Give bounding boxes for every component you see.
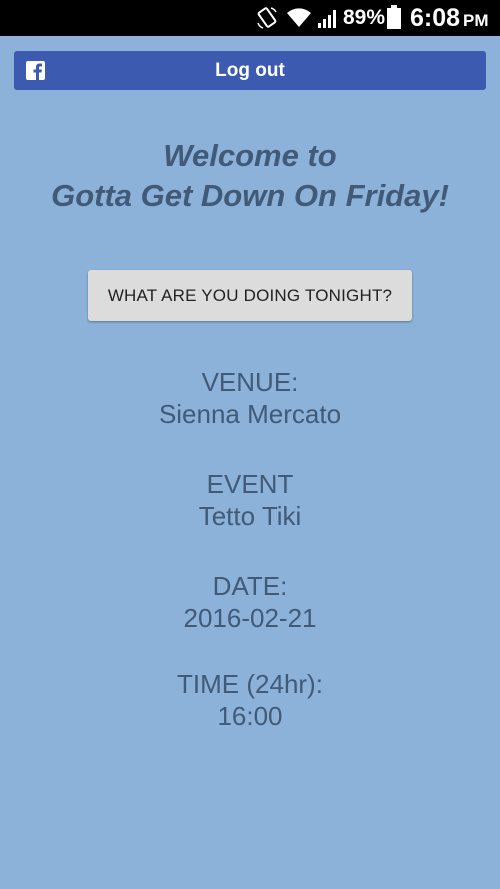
- status-bar: 89% 6:08 PM: [0, 0, 500, 36]
- welcome-line-2: Gotta Get Down On Friday!: [51, 178, 449, 213]
- clock-ampm: PM: [463, 11, 489, 30]
- venue-block: VENUE: Sienna Mercato: [0, 366, 500, 430]
- battery-icon: [387, 5, 401, 29]
- logout-label: Log out: [215, 60, 285, 81]
- date-label: DATE:: [212, 571, 288, 601]
- event-value: Tetto Tiki: [198, 501, 302, 531]
- time-label: TIME (24hr):: [177, 669, 323, 699]
- signal-icon: [318, 10, 336, 28]
- wifi-icon: [287, 8, 311, 27]
- what-are-you-doing-tonight-button[interactable]: WHAT ARE YOU DOING TONIGHT?: [88, 270, 412, 321]
- event-block: EVENT Tetto Tiki: [0, 468, 500, 532]
- time-value: 16:00: [217, 701, 283, 731]
- date-value: 2016-02-21: [183, 603, 317, 633]
- event-label: EVENT: [206, 469, 294, 499]
- screen-rotate-icon: [257, 7, 277, 29]
- venue-value: Sienna Mercato: [158, 399, 342, 429]
- venue-label: VENUE:: [201, 367, 299, 397]
- date-block: DATE: 2016-02-21: [0, 570, 500, 634]
- welcome-line-1: Welcome to: [163, 138, 337, 173]
- welcome-heading: Welcome to Gotta Get Down On Friday!: [0, 136, 500, 216]
- logout-button[interactable]: Log out: [14, 51, 486, 90]
- time-block: TIME (24hr): 16:00: [0, 668, 500, 732]
- clock-time: 6:08: [410, 4, 461, 32]
- battery-percent: 89%: [343, 6, 386, 29]
- status-clock: 6:08 PM: [410, 2, 489, 37]
